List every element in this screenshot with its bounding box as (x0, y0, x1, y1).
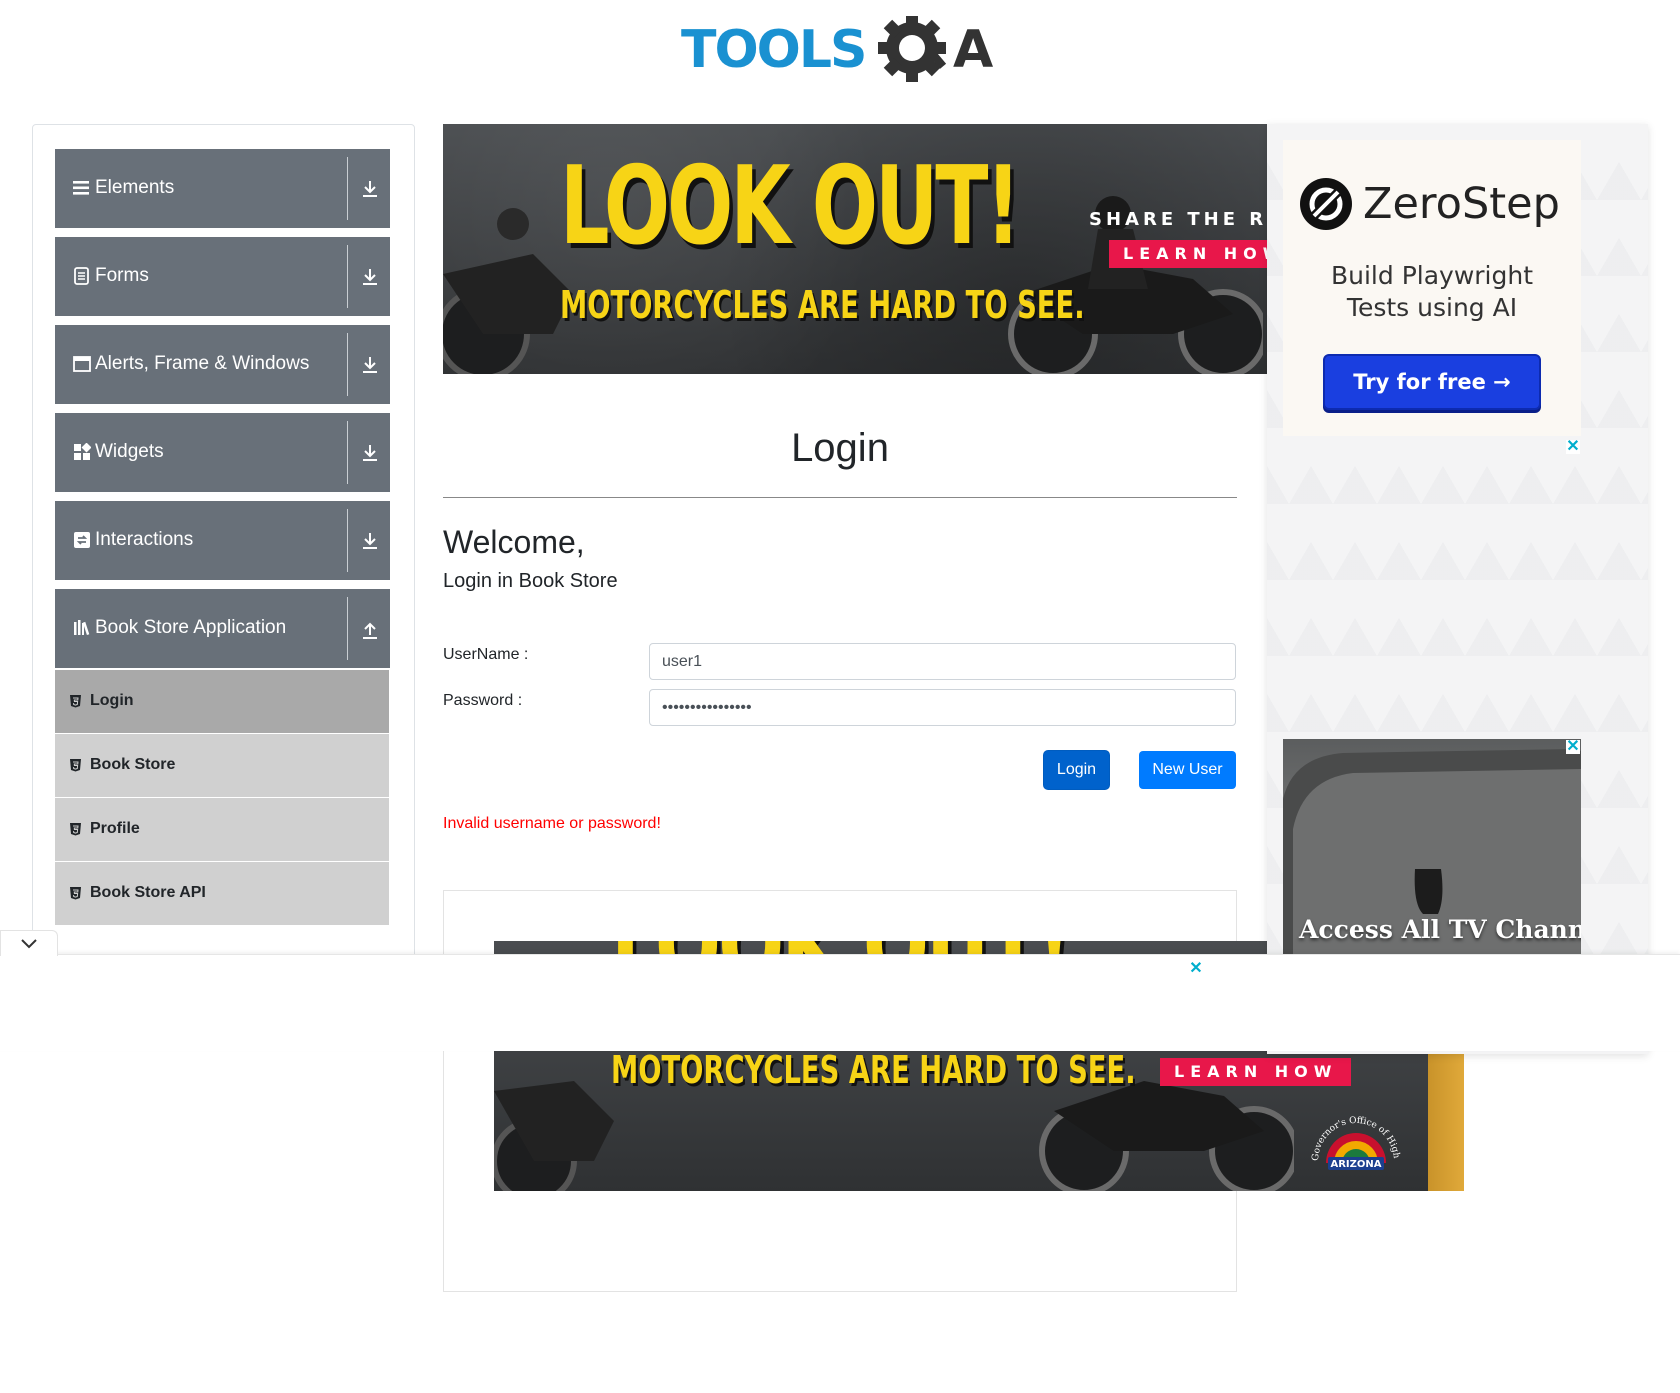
divider (347, 421, 348, 484)
sidebar-item-book-store-api[interactable]: Book Store API (55, 862, 389, 925)
sidebar-group-label: Book Store Application (95, 617, 287, 638)
sidebar-group-label: Forms (95, 265, 149, 286)
username-input[interactable] (649, 643, 1236, 680)
logo-text-tools: TOOLS (681, 20, 865, 80)
upload-arrow-icon[interactable] (360, 618, 380, 640)
download-arrow-icon[interactable] (360, 442, 380, 464)
divider (347, 157, 348, 220)
sidebar: Elements Forms Alerts, Frame & Windows W… (32, 124, 415, 966)
arizona-seal-logo: Governor's Office of Highway Safety ARIZ… (1306, 1101, 1401, 1170)
zerostep-tagline-line1: Build Playwright (1330, 261, 1534, 290)
zerostep-brand: ZeroStep (1363, 179, 1560, 229)
sidebar-item-label: Login (90, 692, 134, 709)
close-ad-icon[interactable]: ✕ (1189, 961, 1203, 977)
login-subtitle: Login in Book Store (443, 570, 618, 592)
html5-icon (70, 759, 81, 772)
html5-icon (70, 887, 81, 900)
try-for-free-button[interactable]: Try for free → (1323, 354, 1541, 410)
sidebar-group-label: Elements (95, 177, 175, 198)
divider (347, 597, 348, 660)
zerostep-logo-icon (1300, 178, 1352, 230)
chevron-down-icon (21, 939, 37, 949)
divider (347, 245, 348, 308)
seal-text: ARIZONA (1330, 1159, 1381, 1170)
page-title: Login (791, 426, 889, 470)
ad-learn-how-button[interactable]: LEARN HOW (1109, 240, 1267, 268)
close-ad-icon[interactable]: ✕ (1566, 739, 1580, 755)
collapse-ad-button[interactable] (0, 930, 58, 956)
interactions-icon (74, 532, 90, 548)
sticky-bottom-ad (0, 954, 1680, 1051)
divider (347, 509, 348, 572)
sidebar-group-label: Widgets (95, 441, 164, 462)
sidebar-group-label: Interactions (95, 529, 194, 550)
download-arrow-icon[interactable] (360, 266, 380, 288)
sidebar-item-label: Profile (90, 820, 140, 837)
sidebar-item-profile[interactable]: Profile (55, 798, 389, 861)
books-icon (74, 620, 90, 636)
welcome-heading: Welcome, (443, 524, 585, 560)
password-input[interactable] (649, 689, 1236, 726)
tv-channels-ad[interactable]: Access All TV Channels (1283, 739, 1581, 954)
zerostep-tagline: Build Playwright Tests using AI (1283, 260, 1581, 324)
title-divider (443, 497, 1237, 498)
download-arrow-icon[interactable] (360, 354, 380, 376)
sidebar-group-interactions[interactable]: Interactions (55, 501, 390, 580)
new-user-button[interactable]: New User (1139, 751, 1236, 789)
sidebar-item-label: Book Store API (90, 884, 206, 901)
sidebar-group-widgets[interactable]: Widgets (55, 413, 390, 492)
password-label: Password : (443, 692, 523, 709)
tv-ad-headline: Access All TV Channels (1299, 915, 1581, 944)
ad-headline: LOOK OUT! (560, 144, 1021, 269)
zerostep-ad[interactable]: ZeroStep Build Playwright Tests using AI… (1283, 140, 1581, 436)
username-label: UserName : (443, 646, 529, 663)
sidebar-group-elements[interactable]: Elements (55, 149, 390, 228)
document-icon (74, 267, 89, 285)
sidebar-item-login[interactable]: Login (55, 670, 389, 733)
menu-icon (73, 181, 89, 195)
toolsqa-logo[interactable]: TOOLS A (681, 16, 1003, 90)
sidebar-group-alerts[interactable]: Alerts, Frame & Windows (55, 325, 390, 404)
sidebar-group-forms[interactable]: Forms (55, 237, 390, 316)
ad-learn-how-button[interactable]: LEARN HOW (1160, 1058, 1352, 1086)
widgets-icon (74, 443, 91, 460)
divider (347, 333, 348, 396)
zerostep-tagline-line2: Tests using AI (1346, 293, 1518, 322)
error-message: Invalid username or password! (443, 815, 661, 832)
sidebar-item-label: Book Store (90, 756, 176, 773)
sidebar-group-book-store-application[interactable]: Book Store Application (55, 589, 390, 668)
sidebar-item-book-store[interactable]: Book Store (55, 734, 389, 797)
sidebar-group-label: Alerts, Frame & Windows (95, 353, 310, 374)
login-button[interactable]: Login (1044, 751, 1109, 789)
download-arrow-icon[interactable] (360, 178, 380, 200)
html5-icon (70, 695, 81, 708)
download-arrow-icon[interactable] (360, 530, 380, 552)
ad-share-text: SHARE THE ROAD SA (1089, 209, 1267, 230)
motorcycle-image (494, 1081, 614, 1191)
logo-text-a: A (953, 20, 993, 80)
ad-subline: MOTORCYCLES ARE HARD TO SEE. (611, 1048, 1136, 1092)
window-icon (73, 356, 91, 372)
html5-icon (70, 823, 81, 836)
motorcycle-ad-banner[interactable]: LOOK OUT! MOTORCYCLES ARE HARD TO SEE. S… (443, 124, 1267, 374)
gear-icon (878, 16, 947, 82)
ad-subline: MOTORCYCLES ARE HARD TO SEE. (560, 283, 1085, 327)
close-ad-icon[interactable]: ✕ (1566, 439, 1580, 455)
